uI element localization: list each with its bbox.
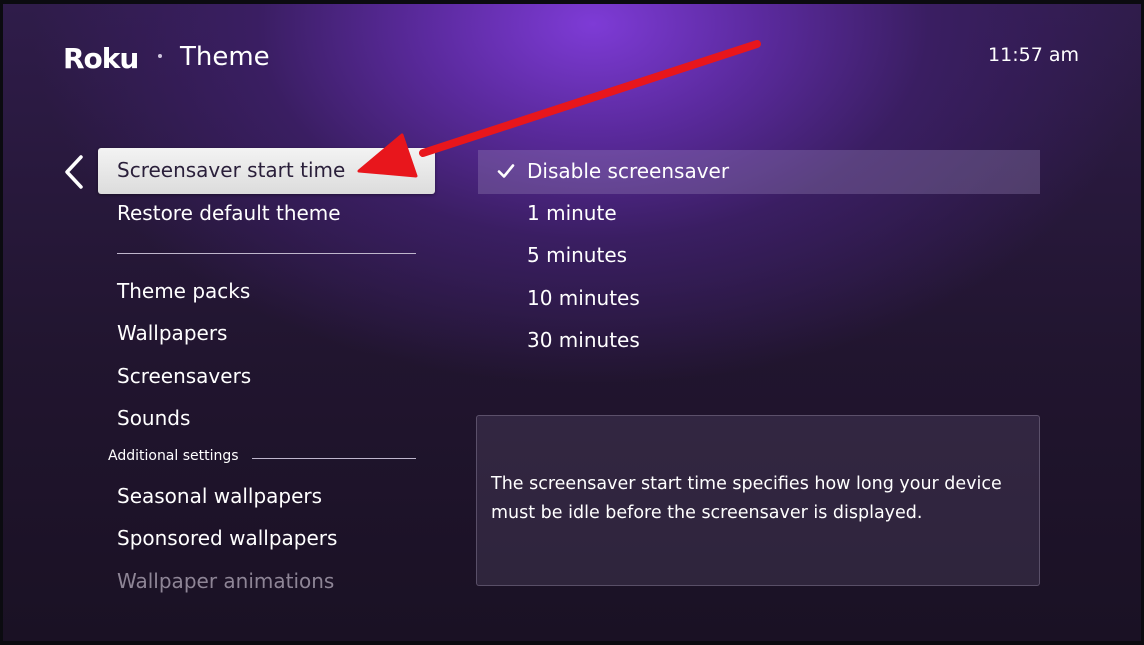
menu-item-sounds[interactable]: Sounds [117, 406, 190, 430]
clock: 11:57 am [988, 44, 1079, 66]
menu-item-seasonal-wallpapers[interactable]: Seasonal wallpapers [117, 484, 322, 508]
option-1-minute[interactable]: 1 minute [527, 201, 617, 225]
option-30-minutes[interactable]: 30 minutes [527, 328, 640, 352]
menu-item-wallpapers[interactable]: Wallpapers [117, 321, 227, 345]
info-panel: The screensaver start time specifies how… [476, 415, 1040, 586]
checkmark-icon [497, 164, 515, 178]
menu-item-wallpaper-animations[interactable]: Wallpaper animations [117, 569, 334, 593]
menu-item-label: Screensaver start time [117, 158, 346, 182]
section-divider [252, 458, 416, 459]
tv-screen: Roku Theme 11:57 am Screensaver start ti… [3, 4, 1141, 641]
option-10-minutes[interactable]: 10 minutes [527, 286, 640, 310]
menu-item-sponsored-wallpapers[interactable]: Sponsored wallpapers [117, 526, 337, 550]
menu-item-theme-packs[interactable]: Theme packs [117, 279, 250, 303]
page-title: Theme [180, 42, 270, 72]
title-separator-dot [158, 54, 162, 58]
roku-logo: Roku [63, 42, 139, 75]
option-label-disable-screensaver: Disable screensaver [527, 159, 730, 183]
menu-item-restore-default-theme[interactable]: Restore default theme [117, 201, 341, 225]
info-description: The screensaver start time specifies how… [491, 474, 1002, 523]
option-5-minutes[interactable]: 5 minutes [527, 243, 627, 267]
menu-item-screensavers[interactable]: Screensavers [117, 364, 251, 388]
chevron-left-icon[interactable] [61, 154, 87, 190]
section-label-additional-settings: Additional settings [108, 448, 239, 464]
menu-divider [117, 253, 416, 254]
